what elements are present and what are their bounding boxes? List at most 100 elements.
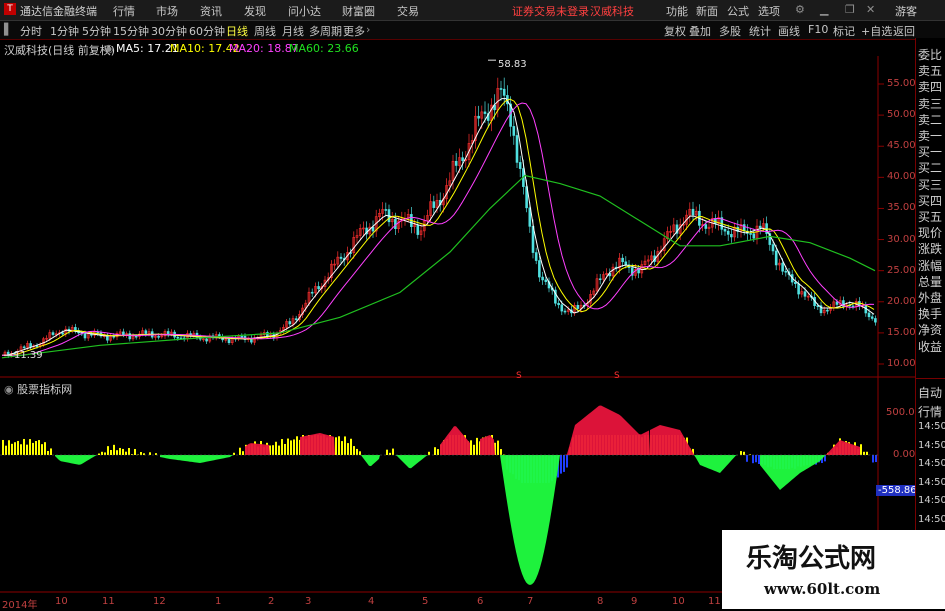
indicator-bar-positive	[476, 438, 478, 455]
candle-body	[577, 305, 579, 308]
period-toolbar: ▌ 分时 1分钟 5分钟 15分钟 30分钟 60分钟 日线 周线 月线 多周期…	[0, 21, 945, 40]
tool-multistock[interactable]: 多股	[719, 23, 741, 39]
chevron-right-icon[interactable]: ›	[366, 23, 370, 36]
indicator-bar-positive	[116, 450, 118, 455]
period-tab-more[interactable]: 更多	[343, 23, 365, 39]
minimize-icon[interactable]: ▁	[820, 3, 828, 16]
quote-side-panel: 委比卖五卖四卖三卖二卖一买一买二买三买四买五现价涨跌涨幅总量外盘换手净资收益自动…	[915, 38, 945, 609]
candle-body	[727, 231, 729, 234]
indicator-bar-negative	[563, 455, 565, 472]
stock-name: 汉威科技	[590, 3, 634, 19]
menu-item-news[interactable]: 资讯	[200, 3, 222, 19]
indicator-bar-positive	[38, 440, 40, 455]
indicator-bar-positive	[470, 440, 472, 455]
candle-body	[871, 317, 873, 319]
period-tab-minute[interactable]: 分时	[20, 23, 42, 39]
collapse-icon[interactable]: ▌	[4, 23, 12, 36]
indicator-area-negative	[760, 455, 800, 490]
candle-body	[794, 282, 796, 284]
indicator-title: 股票指标网	[17, 383, 72, 396]
candle-body	[503, 89, 505, 95]
period-tab-daily[interactable]: 日线	[226, 23, 248, 39]
quote-field-label: 收益	[918, 338, 945, 355]
quote-field-label: 净资	[918, 321, 945, 338]
menu-item-quotes[interactable]: 行情	[113, 3, 135, 19]
user-label[interactable]: 游客	[895, 3, 917, 19]
indicator-bar-positive	[11, 444, 13, 455]
period-tab-1min[interactable]: 1分钟	[50, 23, 79, 39]
chart-area[interactable]: SS	[0, 56, 915, 609]
candle-body	[874, 318, 876, 322]
menu-item-discover[interactable]: 发现	[244, 3, 266, 19]
period-tab-5min[interactable]: 5分钟	[82, 23, 111, 39]
chart-info-bar: 汉威科技(日线 前复权) ◉ MA5: 17.21 MA10: 17.42 MA…	[0, 40, 880, 56]
time-axis-label: 1	[215, 596, 221, 607]
login-notice[interactable]: 证券交易未登录	[512, 3, 589, 19]
close-icon[interactable]: ✕	[866, 3, 875, 16]
restore-icon[interactable]: ❐	[845, 3, 855, 16]
indicator-settings-icon[interactable]: ◉	[104, 42, 114, 55]
time-axis-label: 3	[305, 596, 311, 607]
indicator-bar-positive	[863, 452, 865, 455]
tool-f10[interactable]: F10	[808, 23, 828, 36]
indicator-area-negative	[55, 455, 125, 465]
indicator-area-negative	[160, 455, 240, 463]
indicator-area-negative	[500, 455, 560, 585]
candle-body	[113, 336, 115, 337]
candle-body	[289, 321, 291, 323]
high-price-label: 58.83	[498, 59, 527, 70]
menu-tool-formula[interactable]: 公式	[727, 3, 749, 19]
candle-body	[564, 311, 566, 312]
candle-body	[74, 327, 76, 330]
ma60-label: MA60: 23.66	[289, 42, 359, 55]
indicator-bar-positive	[239, 448, 241, 455]
quote-field-label: 买四	[918, 192, 945, 209]
candle-body	[385, 209, 387, 210]
menu-item-trade[interactable]: 交易	[397, 3, 419, 19]
candle-body	[52, 333, 54, 335]
quote-field-label: 卖一	[918, 127, 945, 144]
menu-item-market[interactable]: 市场	[156, 3, 178, 19]
indicator-bar-positive	[107, 446, 109, 455]
period-tab-monthly[interactable]: 月线	[282, 23, 304, 39]
indicator-bar-positive	[44, 442, 46, 455]
menu-tool-options[interactable]: 选项	[758, 3, 780, 19]
tool-overlay[interactable]: 叠加	[689, 23, 711, 39]
indicator-settings-icon[interactable]: ◉	[4, 383, 14, 396]
price-axis-label: 50.00	[887, 109, 916, 120]
indicator-bar-positive	[35, 441, 37, 455]
indicator-bar-positive	[41, 444, 43, 455]
period-tab-60min[interactable]: 60分钟	[189, 23, 225, 39]
indicator-bar-negative	[560, 455, 562, 474]
menu-tool-new[interactable]: 新面	[696, 3, 718, 19]
tool-drawline[interactable]: 画线	[778, 23, 800, 39]
indicator-bar-positive	[866, 452, 868, 455]
menu-item-wealth[interactable]: 财富圈	[342, 3, 375, 19]
indicator-bar-positive	[20, 444, 22, 455]
time-axis-label: 8	[597, 596, 603, 607]
indicator-bar-positive	[338, 436, 340, 455]
candle-body	[372, 227, 374, 231]
tool-back[interactable]: 返回	[893, 23, 915, 39]
indicator-bar-positive	[50, 448, 52, 455]
tool-adjust[interactable]: 复权	[664, 23, 686, 39]
period-tab-30min[interactable]: 30分钟	[151, 23, 187, 39]
price-axis-label: 20.00	[887, 296, 916, 307]
time-axis-label: 12	[153, 596, 166, 607]
app-logo: T	[4, 3, 16, 15]
tool-mark[interactable]: 标记	[833, 23, 855, 39]
candle-body	[753, 234, 755, 238]
candle-body	[340, 257, 342, 258]
period-tab-multi[interactable]: 多周期	[309, 23, 342, 39]
period-tab-weekly[interactable]: 周线	[254, 23, 276, 39]
menu-item-ask[interactable]: 问小达	[288, 3, 321, 19]
period-tab-15min[interactable]: 15分钟	[113, 23, 149, 39]
indicator-bar-positive	[428, 452, 430, 455]
tool-stats[interactable]: 统计	[749, 23, 771, 39]
menu-tool-function[interactable]: 功能	[666, 3, 688, 19]
tick-time: 14:50	[918, 440, 945, 451]
tool-add-watchlist[interactable]: +自选	[861, 23, 892, 39]
settings-icon[interactable]: ⚙	[795, 3, 805, 16]
indicator-area-positive	[650, 425, 695, 455]
candle-body	[599, 279, 601, 280]
